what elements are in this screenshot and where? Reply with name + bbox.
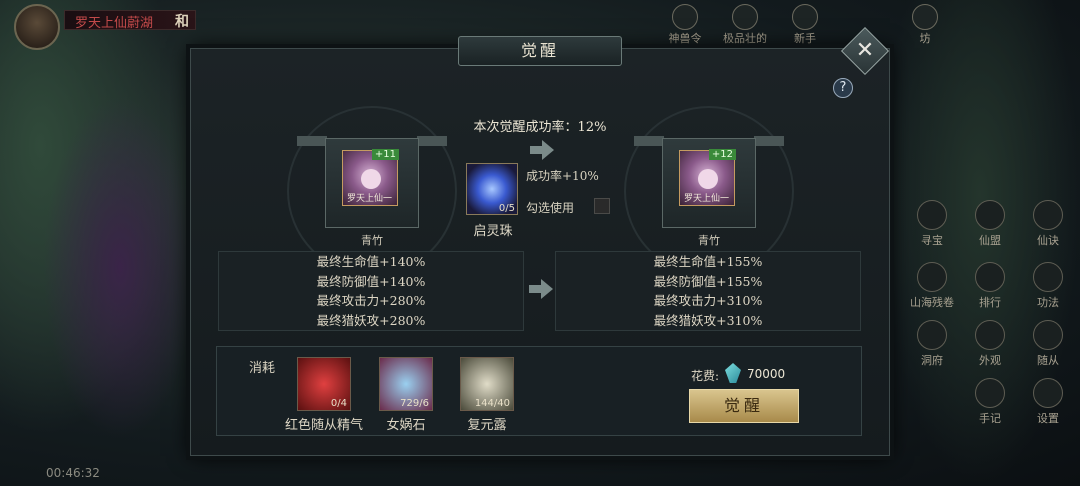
top-icon-3-icon [912, 4, 938, 30]
top-icon-row: 神兽令 极品壮的 新手 坊 [660, 4, 980, 45]
top-icon-1[interactable]: 极品壮的 [720, 4, 770, 45]
treasure-icon [917, 200, 947, 230]
material-count: 144/40 [474, 398, 510, 409]
stats-arrow-icon [529, 279, 553, 299]
spirit-orb-name: 启灵珠 [473, 224, 513, 239]
side-icon-skills[interactable]: 功法 [1021, 262, 1075, 322]
left-pedestal-wing-right [417, 136, 447, 146]
side-icon-follower[interactable]: 随从 [1021, 320, 1075, 380]
settings-icon [1033, 378, 1063, 408]
close-icon: ✕ [855, 38, 875, 63]
dialog-title: 觉醒 [520, 41, 559, 60]
left-pedestal: +11 罗天上仙一 青竹 [287, 106, 457, 276]
jade-gem-icon [725, 363, 741, 383]
rank-icon [975, 262, 1005, 292]
notes-icon [975, 378, 1005, 408]
consume-panel: 消耗 0/4 红色随从精气 729/6 女娲石 144/40 复元露 花费: 7… [216, 346, 862, 436]
consume-label: 消耗 [249, 361, 276, 376]
right-character-label: 青竹 [698, 234, 720, 247]
top-arrow-icon [530, 140, 554, 160]
left-stat-atk: 最终攻击力+280% [316, 293, 426, 308]
player-name-bar: 罗天上仙蔚湖 和 [64, 10, 196, 31]
right-stat-hp: 最终生命值+155% [653, 254, 763, 269]
success-bonus-text: 成功率+10% [526, 169, 599, 183]
left-stats-panel: 最终生命值+140% 最终防御值+140% 最终攻击力+280% 最终猎妖攻+2… [218, 251, 524, 331]
left-character-card[interactable]: +11 罗天上仙一 [342, 149, 399, 206]
right-stat-def: 最终防御值+155% [653, 273, 763, 289]
material-nuwa-stone[interactable]: 729/6 [379, 357, 433, 411]
right-name-plate: 罗天上仙一 [684, 194, 730, 204]
side-icon-rank[interactable]: 排行 [963, 262, 1017, 322]
right-pedestal-wing [634, 136, 664, 146]
side-menu: 寻宝 仙盟 仙诀 山海残卷 排行 功法 洞府 外观 随从 手记 设置 [905, 140, 1080, 440]
spirit-orb-item[interactable]: 0/5 [466, 163, 518, 215]
use-item-checkbox[interactable] [594, 198, 610, 214]
player-avatar[interactable] [14, 4, 60, 50]
material-red-essence[interactable]: 0/4 [297, 357, 351, 411]
spirit-orb-count: 0/5 [498, 203, 515, 214]
side-icon-cave[interactable]: 洞府 [905, 320, 959, 380]
side-icon-guild[interactable]: 仙盟 [963, 200, 1017, 260]
cost-label: 花费: [691, 369, 720, 383]
character-portrait [361, 169, 381, 189]
scroll-icon [917, 262, 947, 292]
player-tag: 和 [175, 14, 189, 30]
character-portrait [698, 169, 718, 189]
background-left [0, 0, 200, 486]
help-icon[interactable]: ? [833, 78, 853, 98]
right-character-card[interactable]: +12 罗天上仙一 [679, 149, 736, 206]
right-pedestal-wing-right [754, 136, 784, 146]
left-level-badge: +11 [371, 149, 399, 160]
left-character-label: 青竹 [361, 234, 383, 247]
secret-icon [1033, 200, 1063, 230]
material-count: 729/6 [400, 398, 429, 409]
skills-icon [1033, 262, 1063, 292]
left-stat-hp: 最终生命值+140% [316, 254, 426, 269]
player-name: 罗天上仙蔚湖 [75, 16, 154, 31]
side-icon-notes[interactable]: 手记 [963, 378, 1017, 438]
top-icon-0-icon [672, 4, 698, 30]
top-icon-1-icon [732, 4, 758, 30]
awaken-button[interactable]: 觉醒 [689, 389, 799, 423]
material-count: 0/4 [330, 398, 347, 409]
guild-icon [975, 200, 1005, 230]
use-checkbox-label: 勾选使用 [526, 201, 575, 215]
side-icon-settings[interactable]: 设置 [1021, 378, 1075, 438]
material-restore-dew[interactable]: 144/40 [460, 357, 514, 411]
top-icon-0[interactable]: 神兽令 [660, 4, 710, 45]
left-stat-def: 最终防御值+140% [316, 273, 426, 289]
top-icon-2-icon [792, 4, 818, 30]
cave-icon [917, 320, 947, 350]
side-icon-treasure[interactable]: 寻宝 [905, 200, 959, 260]
left-pedestal-wing [297, 136, 327, 146]
left-stat-hunt: 最终猎妖攻+280% [316, 312, 426, 328]
game-clock: 00:46:32 [46, 466, 100, 480]
follower-icon [1033, 320, 1063, 350]
right-stats-panel: 最终生命值+155% 最终防御值+155% 最终攻击力+310% 最终猎妖攻+3… [555, 251, 861, 331]
right-level-badge: +12 [708, 149, 736, 160]
top-icon-2[interactable]: 新手 [780, 4, 830, 45]
top-icon-3[interactable]: 坊 [900, 4, 950, 45]
success-rate-text: 本次觉醒成功率：12% [473, 120, 607, 135]
right-pedestal: +12 罗天上仙一 青竹 [624, 106, 794, 276]
right-stat-atk: 最终攻击力+310% [653, 293, 763, 308]
cost-value: 70000 [747, 367, 786, 381]
side-icon-scroll[interactable]: 山海残卷 [905, 262, 959, 322]
dialog-title-plate: 觉醒 [458, 36, 622, 66]
right-stat-hunt: 最终猎妖攻+310% [653, 312, 763, 328]
left-name-plate: 罗天上仙一 [347, 194, 393, 204]
material-name: 复元露 [467, 418, 507, 433]
side-icon-appearance[interactable]: 外观 [963, 320, 1017, 380]
side-icon-secret[interactable]: 仙诀 [1021, 200, 1075, 260]
appearance-icon [975, 320, 1005, 350]
